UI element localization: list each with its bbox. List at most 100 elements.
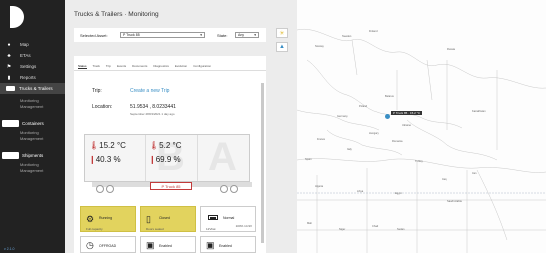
panel-scrollbar[interactable] <box>261 83 264 243</box>
wheel-icon <box>106 185 114 193</box>
zone-divider <box>197 135 198 181</box>
tab-track[interactable]: Track <box>93 64 100 69</box>
page-title: Trucks & Trailers · Monitoring <box>74 11 159 18</box>
selected-asset-label: Selected Asset: <box>80 32 108 38</box>
humidity-icon: ❙ <box>89 155 96 164</box>
sidebar-item-label: Containers <box>22 120 44 126</box>
map-label-hungary: Hungary <box>369 132 379 135</box>
engine-status-tile[interactable]: ⚙ Running Full capacity <box>80 206 136 232</box>
sidebar-item-settings[interactable]: ⚑ Settings <box>0 61 65 72</box>
app-root: ● Map ♣ ETAs ⚑ Settings ▮ Reports Trucks & T… <box>0 0 546 253</box>
group-icon: ♣ <box>7 52 11 59</box>
map-label-poland: Poland <box>359 105 368 108</box>
map-label-kazakhstan: Kazakhstan <box>472 110 486 113</box>
zone-b-humidity: ❙40.3 % <box>89 155 121 164</box>
humidity-icon: ❙ <box>149 155 156 164</box>
map-label-spain: Spain <box>305 158 312 161</box>
sun-icon: ☀ <box>279 30 285 37</box>
map-label-mali: Mali <box>307 222 312 225</box>
tab-divider <box>74 70 266 71</box>
map-label-chad: Chad <box>372 225 379 228</box>
tab-trip[interactable]: Trip <box>106 64 111 69</box>
map-label-finland: Finland <box>369 30 378 33</box>
door-status-sub: Doors sealed <box>146 227 164 231</box>
map-label-italy: Italy <box>347 148 352 151</box>
map-label-ukraine: Ukraine <box>402 124 411 127</box>
zone-b-temp-value: 15.2 °C <box>99 141 126 150</box>
sidebar-item-trucks-trailers[interactable]: Trucks & Trailers <box>0 83 65 94</box>
battery-status-sub: 12Vbat <box>206 227 216 231</box>
tab-configuration[interactable]: Configuration <box>193 64 211 69</box>
asset-detail-panel: Status Track Trip Events Documents Diagn… <box>74 56 266 253</box>
gear-icon: ▣ <box>206 240 215 250</box>
map-label-turkey: Turkey <box>415 160 423 163</box>
truck-icon <box>6 86 15 91</box>
zone-a-humidity: ❙69.9 % <box>149 155 181 164</box>
map-label-libya: Libya <box>357 190 364 193</box>
map-label-belarus: Belarus <box>385 95 394 98</box>
zone-b-hum-value: 40.3 % <box>95 155 121 164</box>
sidebar-subitem-management[interactable]: Management <box>0 168 65 174</box>
offroad-tile[interactable]: ◷ OFFROAD <box>80 236 136 253</box>
wheel-icon <box>96 185 104 193</box>
map-label-algeria: Algeria <box>315 185 324 188</box>
asset-select[interactable]: P Truck 85 ▾ <box>120 32 205 38</box>
door-status-tile[interactable]: ▯ Closed Doors sealed <box>140 206 196 232</box>
sun-button[interactable]: ☀ <box>276 28 288 38</box>
map-label-niger: Niger <box>339 228 346 231</box>
map-view[interactable]: P Truck 85 · 15.2 °C Norway Sweden Finla… <box>297 0 546 253</box>
map-label-sweden: Sweden <box>342 35 352 38</box>
trip-row: Trip: Create a new Trip <box>92 88 169 94</box>
map-label-sudan: Sudan <box>397 228 405 231</box>
sidebar-item-label: Map <box>20 42 29 47</box>
container-icon <box>2 119 19 127</box>
sidebar-item-map[interactable]: ● Map <box>0 39 65 50</box>
asset-marker-tooltip: P Truck 85 · 15.2 °C <box>391 111 422 115</box>
map-label-germany: Germany <box>337 115 348 118</box>
sidebar-item-label: Shipments <box>22 152 44 158</box>
map-label-romania: Romania <box>392 140 403 143</box>
license-plate: P Truck 85 <box>150 182 192 190</box>
zone-a-temp-value: 5.2 °C <box>159 141 182 150</box>
sidebar: ● Map ♣ ETAs ⚑ Settings ▮ Reports Trucks & T… <box>0 0 65 253</box>
config-tile[interactable]: ▣ Enabled <box>200 236 256 253</box>
lock-icon: ▣ <box>146 240 155 250</box>
map-outlines <box>297 28 546 253</box>
lock-tile[interactable]: ▣ Enabled <box>140 236 196 253</box>
tab-events[interactable]: Events <box>117 64 126 69</box>
zone-a-hum-value: 69.9 % <box>155 155 181 164</box>
tab-diagnostics[interactable]: Diagnostics <box>153 64 169 69</box>
sidebar-subitem-management[interactable]: Management <box>0 136 65 142</box>
map-label-russia: Russia <box>447 48 455 51</box>
state-select[interactable]: Any ▾ <box>235 32 259 38</box>
sidebar-item-reports[interactable]: ▮ Reports <box>0 72 65 83</box>
tab-status[interactable]: Status <box>78 64 87 69</box>
detail-tabs: Status Track Trip Events Documents Diagn… <box>78 64 211 69</box>
chart-icon: ▮ <box>7 74 11 81</box>
map-label-iraq: Iraq <box>442 178 447 181</box>
door-icon: ▯ <box>146 214 151 224</box>
battery-status-tile[interactable]: Normal 12Vbat 100% 14.9V <box>200 206 256 232</box>
asset-selector-bar: Selected Asset: P Truck 85 ▾ State: Any ▾ <box>74 28 266 42</box>
tab-documents[interactable]: Documents <box>132 64 147 69</box>
sidebar-item-etas[interactable]: ♣ ETAs <box>0 50 65 61</box>
layers-button[interactable]: ▲ <box>276 42 288 52</box>
flag-icon: ⚑ <box>6 63 12 70</box>
sidebar-item-label: Reports <box>20 75 36 80</box>
trip-label: Trip: <box>92 88 102 94</box>
create-trip-link[interactable]: Create a new Trip <box>130 88 169 94</box>
location-coords: 51.9534 , 8.0233441 <box>130 104 176 110</box>
asset-location-marker[interactable] <box>385 114 390 119</box>
engine-icon: ⚙ <box>86 214 95 224</box>
zone-a-temperature: 🌡5.2 °C <box>149 141 181 150</box>
logo <box>6 6 24 28</box>
sidebar-item-label: Settings <box>20 64 37 69</box>
chevron-down-icon: ▾ <box>254 33 256 37</box>
sidebar-subitem-management[interactable]: Management <box>0 104 65 110</box>
offroad-label: OFFROAD <box>99 244 117 248</box>
sidebar-item-containers[interactable]: Containers <box>0 116 65 130</box>
thermometer-icon: 🌡 <box>89 141 100 150</box>
tab-evolution[interactable]: Evolution <box>175 64 187 69</box>
sidebar-item-shipments[interactable]: Shipments <box>0 148 65 162</box>
thermometer-icon: 🌡 <box>149 141 160 150</box>
